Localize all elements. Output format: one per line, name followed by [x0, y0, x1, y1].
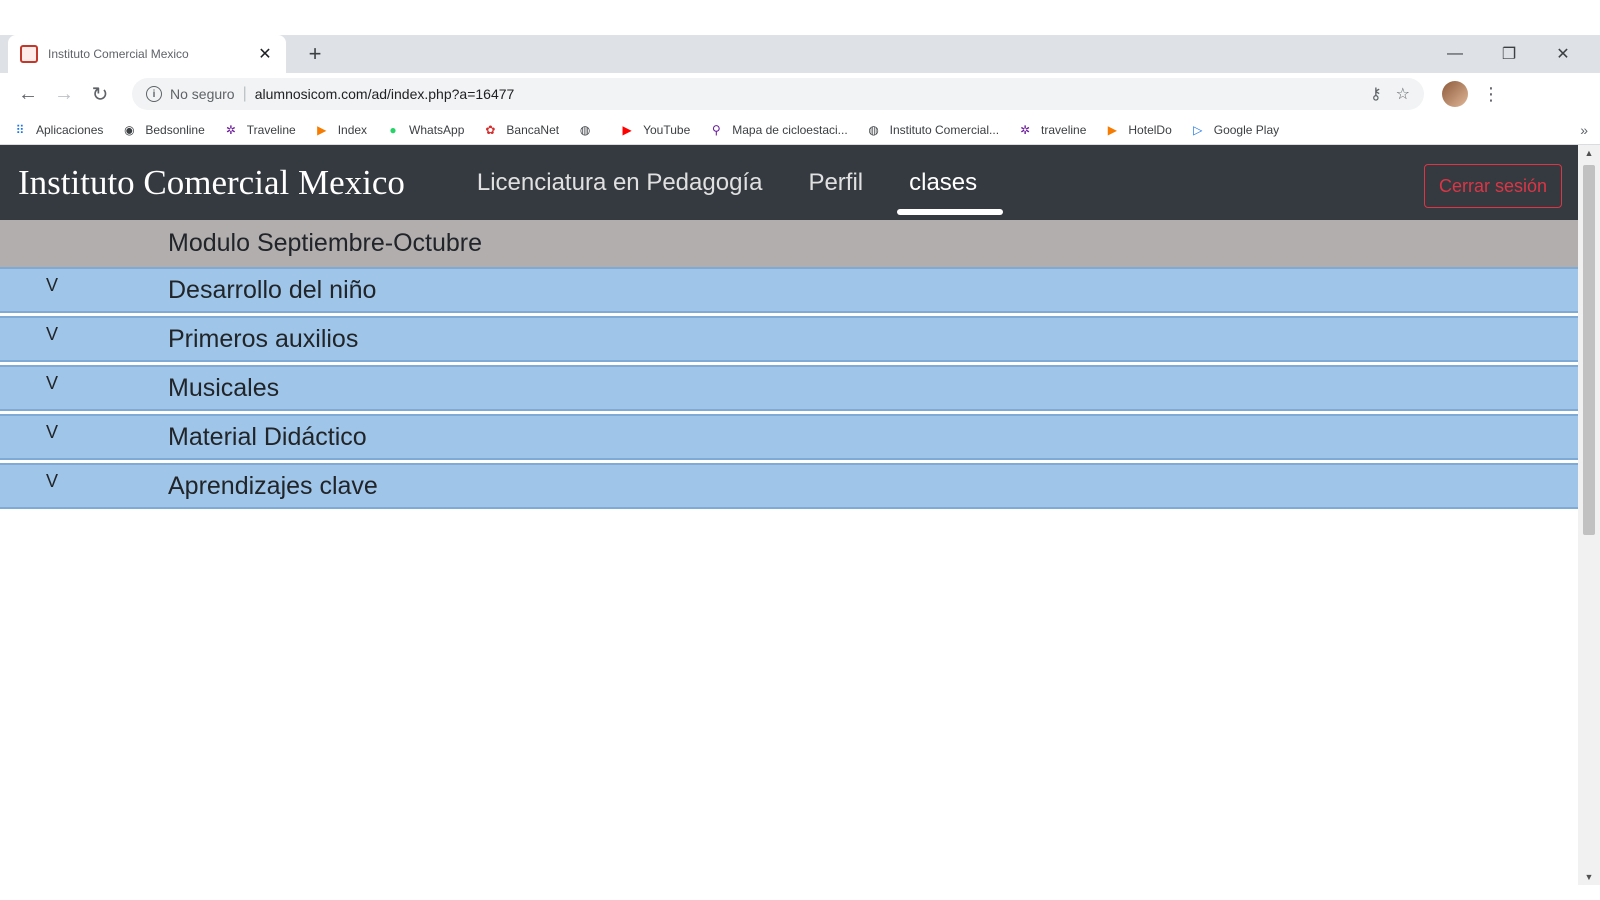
- bookmarks-bar: ⠿ Aplicaciones ◉ Bedsonline ✲ Traveline ▶ Index…: [0, 115, 1600, 145]
- traveline-icon: ✲: [225, 122, 236, 137]
- course-label: Desarrollo del niño: [168, 275, 377, 304]
- course-row[interactable]: V Desarrollo del niño: [0, 267, 1578, 313]
- play-icon: ▶: [1107, 122, 1117, 137]
- globe-icon: ◍: [579, 122, 591, 137]
- top-spacing: [0, 0, 1600, 35]
- bookmark-item[interactable]: ✲ Traveline: [223, 122, 296, 138]
- bookmark-item[interactable]: ⚲ Mapa de cicloestaci...: [708, 122, 848, 138]
- scroll-up-arrow-icon[interactable]: ▲: [1578, 145, 1600, 161]
- play-icon: ▶: [317, 122, 327, 137]
- chevron-down-icon[interactable]: V: [0, 269, 168, 296]
- course-label: Primeros auxilios: [168, 324, 359, 353]
- bookmark-label: HotelDo: [1128, 122, 1172, 137]
- course-label: Musicales: [168, 373, 280, 402]
- bookmark-label: Index: [337, 122, 368, 137]
- address-bar[interactable]: i No seguro | alumnosicom.com/ad/index.p…: [132, 78, 1424, 110]
- minimize-button[interactable]: —: [1428, 45, 1482, 63]
- globe-icon: ◍: [868, 122, 879, 137]
- bookmark-label: Google Play: [1213, 122, 1280, 137]
- bancanet-icon: ✿: [485, 122, 496, 137]
- tab-close-icon[interactable]: ✕: [256, 44, 274, 64]
- bookmark-item[interactable]: ▶ HotelDo: [1104, 122, 1172, 138]
- chevron-down-icon[interactable]: V: [0, 416, 168, 443]
- bookmark-item[interactable]: ✲ traveline: [1017, 122, 1086, 138]
- window-controls: — ❐ ✕: [1428, 35, 1590, 73]
- key-icon[interactable]: ⚷: [1370, 84, 1382, 104]
- apps-icon: ⠿: [15, 122, 25, 137]
- scroll-thumb[interactable]: [1583, 165, 1595, 535]
- scroll-down-arrow-icon[interactable]: ▼: [1578, 869, 1600, 885]
- site-brand[interactable]: Instituto Comercial Mexico: [18, 163, 405, 203]
- google-play-icon: ▷: [1193, 122, 1203, 137]
- tab-strip: Instituto Comercial Mexico ✕ + — ❐ ✕: [0, 35, 1600, 73]
- chevron-down-icon[interactable]: V: [0, 367, 168, 394]
- bookmark-label: traveline: [1041, 122, 1087, 137]
- bookmark-star-icon[interactable]: ☆: [1396, 84, 1410, 104]
- bookmark-item[interactable]: ▷ Google Play: [1190, 122, 1279, 138]
- bookmark-item[interactable]: ▶ YouTube: [619, 122, 690, 138]
- bookmark-item[interactable]: ✿ BancaNet: [482, 122, 559, 138]
- security-indicator: No seguro: [170, 86, 235, 102]
- browser-menu-icon[interactable]: ⋮: [1482, 84, 1500, 105]
- back-button[interactable]: ←: [10, 83, 46, 106]
- course-row[interactable]: V Material Didáctico: [0, 414, 1578, 460]
- profile-avatar[interactable]: [1442, 81, 1468, 107]
- omnibox-separator: |: [242, 85, 247, 102]
- site-nav-links: Licenciatura en Pedagogía Perfil clases: [473, 145, 1019, 220]
- chevron-down-icon[interactable]: V: [0, 318, 168, 345]
- bookmark-item[interactable]: ◉ Bedsonline: [121, 122, 205, 138]
- traveline-icon: ✲: [1020, 122, 1031, 137]
- module-header: Modulo Septiembre-Octubre: [0, 220, 1578, 267]
- reload-button[interactable]: ↻: [82, 82, 118, 107]
- bookmark-item[interactable]: ▶ Index: [314, 122, 367, 138]
- browser-tab[interactable]: Instituto Comercial Mexico ✕: [8, 35, 286, 73]
- bookmark-label: BancaNet: [506, 122, 560, 137]
- course-row[interactable]: V Musicales: [0, 365, 1578, 411]
- bookmarks-more-icon[interactable]: »: [1580, 122, 1588, 138]
- site-favicon-icon: [20, 45, 38, 63]
- browser-toolbar: ← → ↻ i No seguro | alumnosicom.com/ad/i…: [0, 73, 1600, 115]
- bookmark-label: Bedsonline: [145, 122, 205, 137]
- bookmark-label: Aplicaciones: [36, 122, 104, 137]
- whatsapp-icon: ●: [389, 122, 397, 137]
- bookmark-label: Traveline: [246, 122, 296, 137]
- course-row[interactable]: V Primeros auxilios: [0, 316, 1578, 362]
- url-text[interactable]: alumnosicom.com/ad/index.php?a=16477: [255, 86, 1356, 102]
- restore-button[interactable]: ❐: [1482, 44, 1536, 64]
- bookmark-label: YouTube: [643, 122, 691, 137]
- scrollbar[interactable]: ▲ ▼: [1578, 145, 1600, 885]
- bookmark-item[interactable]: ◍: [577, 122, 601, 138]
- tab-title: Instituto Comercial Mexico: [48, 47, 189, 61]
- site-navbar: Instituto Comercial Mexico Licenciatura …: [0, 145, 1600, 220]
- course-list: V Desarrollo del niño V Primeros auxilios V M…: [0, 267, 1600, 509]
- page-content: Instituto Comercial Mexico Licenciatura …: [0, 145, 1600, 885]
- bookmark-label: Mapa de cicloestaci...: [732, 122, 848, 137]
- chevron-down-icon[interactable]: V: [0, 465, 168, 492]
- bookmark-label: WhatsApp: [409, 122, 465, 137]
- bookmark-label: Instituto Comercial...: [889, 122, 1000, 137]
- course-label: Material Didáctico: [168, 422, 367, 451]
- logout-button[interactable]: Cerrar sesión: [1423, 164, 1562, 208]
- forward-button[interactable]: →: [46, 83, 82, 106]
- pin-icon: ◉: [124, 122, 135, 137]
- nav-link-clases[interactable]: clases: [897, 169, 1004, 215]
- bookmark-item[interactable]: ⠿ Aplicaciones: [12, 122, 104, 138]
- info-icon[interactable]: i: [146, 86, 162, 102]
- course-label: Aprendizajes clave: [168, 471, 378, 500]
- map-icon: ⚲: [711, 122, 721, 137]
- bookmark-item[interactable]: ◍ Instituto Comercial...: [866, 122, 999, 138]
- bookmark-item[interactable]: ● WhatsApp: [385, 122, 464, 138]
- nav-link-licenciatura[interactable]: Licenciatura en Pedagogía: [473, 169, 767, 197]
- nav-link-perfil[interactable]: Perfil: [804, 169, 867, 197]
- course-row[interactable]: V Aprendizajes clave: [0, 463, 1578, 509]
- close-window-button[interactable]: ✕: [1536, 44, 1590, 64]
- new-tab-button[interactable]: +: [302, 41, 328, 67]
- youtube-icon: ▶: [622, 122, 632, 137]
